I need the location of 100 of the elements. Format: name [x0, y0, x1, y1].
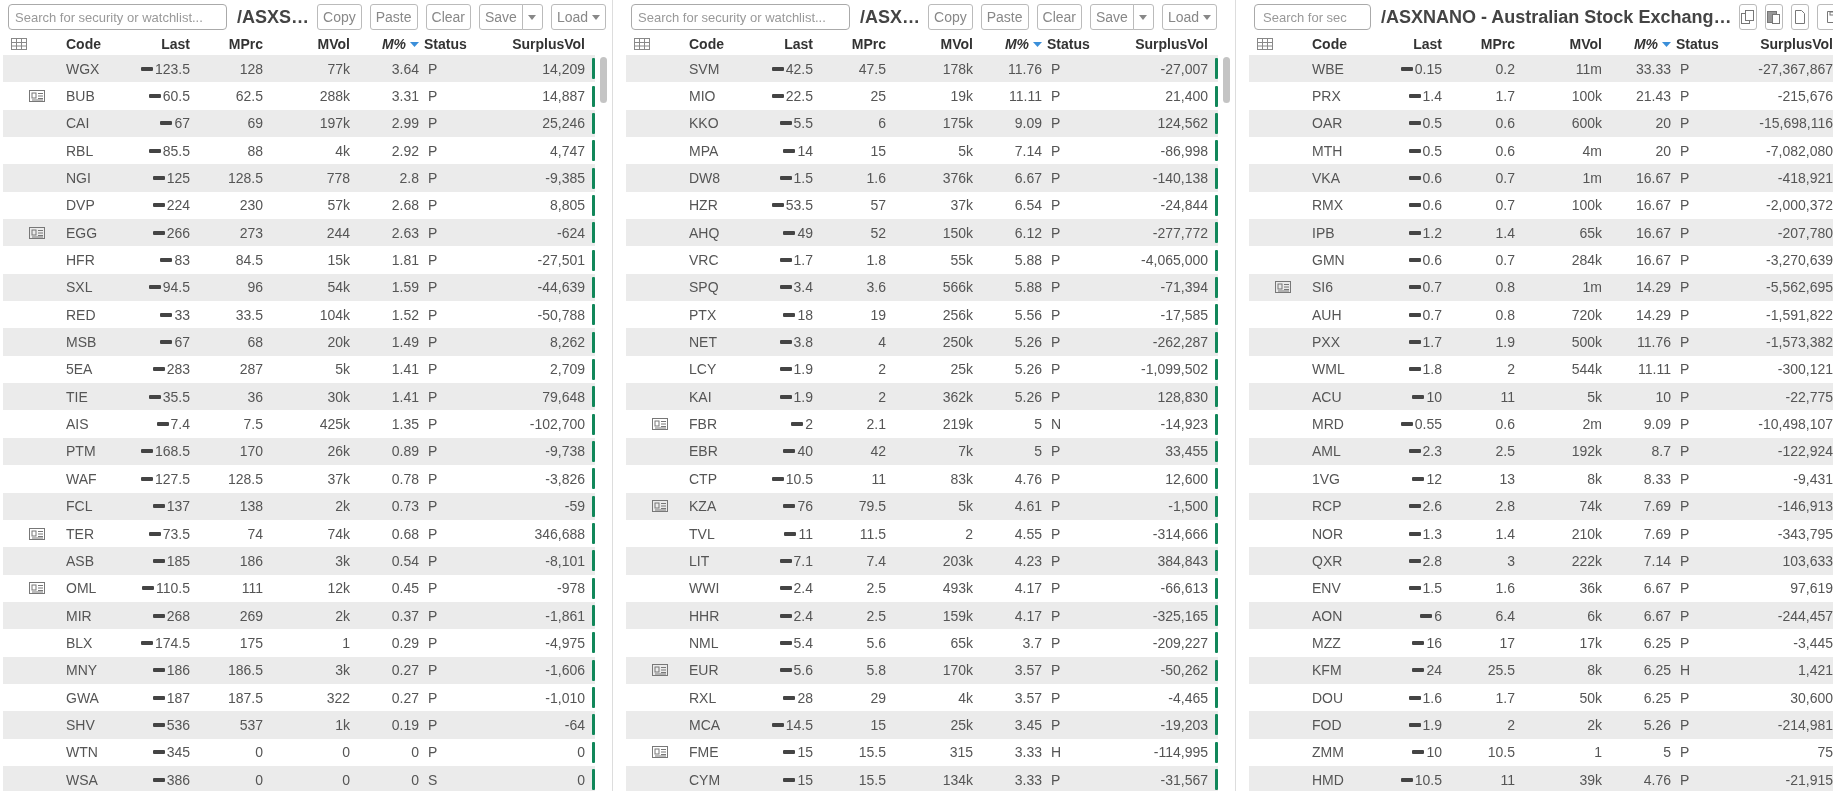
table-cell-text: 197k: [318, 115, 350, 132]
column-header[interactable]: SurplusVol: [1739, 36, 1833, 52]
indicator-bar: [592, 632, 595, 654]
table-cell: 187: [166, 689, 190, 706]
table-cell-text: 0: [576, 744, 585, 761]
column-header[interactable]: MPrc: [813, 36, 886, 52]
column-header[interactable]: Last: [1376, 36, 1442, 52]
minus-icon: [1408, 367, 1421, 372]
table-settings-icon[interactable]: [11, 38, 27, 50]
column-header[interactable]: MPrc: [190, 36, 263, 52]
table-cell-text: 6.12: [1013, 224, 1042, 241]
search-field[interactable]: Search for security or watchlist...: [631, 4, 850, 30]
scrollbar-thumb[interactable]: [599, 57, 607, 103]
table-cell-text: 778: [325, 170, 350, 187]
table-cell-text: 3: [1506, 552, 1515, 569]
table-cell-text: 2k: [1586, 716, 1602, 733]
column-header[interactable]: MPrc: [1442, 36, 1515, 52]
table-cell: 1.8: [1422, 361, 1442, 378]
copy-button[interactable]: Copy: [928, 4, 973, 30]
table-cell-text: -66,613: [1159, 580, 1208, 597]
newspaper-icon[interactable]: [29, 226, 45, 239]
minus-icon: [1408, 121, 1421, 126]
table-cell-text: 100k: [1570, 197, 1602, 214]
table-cell-text: 124,562: [1156, 115, 1208, 132]
clear-button[interactable]: Clear: [1036, 4, 1082, 30]
search-field[interactable]: Search for sec: [1254, 4, 1371, 30]
table-cell-text: P: [1679, 334, 1691, 351]
save-button[interactable]: Save: [479, 4, 523, 30]
table-settings-icon[interactable]: [634, 38, 650, 50]
column-header[interactable]: Status: [1671, 36, 1739, 52]
newspaper-icon[interactable]: [29, 90, 45, 102]
table-cell-text: WBE: [1311, 60, 1345, 77]
copy-button[interactable]: [1739, 4, 1758, 30]
save-button[interactable]: Save: [1090, 4, 1134, 30]
column-header[interactable]: MVol: [1515, 36, 1602, 52]
table-cell: 0.15: [1414, 60, 1442, 77]
indicator-bar: [592, 468, 595, 490]
table-cell-text: 1.4: [1494, 525, 1515, 542]
table-cell: 7.4: [170, 416, 190, 433]
column-header[interactable]: Status: [419, 36, 500, 52]
column-header[interactable]: Code: [55, 36, 130, 52]
table-cell-text: WSA: [65, 771, 99, 788]
scrollbar-thumb[interactable]: [1222, 57, 1230, 103]
load-button[interactable]: Load: [1161, 4, 1218, 30]
column-header[interactable]: SurplusVol: [500, 36, 585, 52]
paste-button[interactable]: Paste: [369, 4, 418, 30]
indicator-bar: [592, 441, 595, 462]
table-cell-text: 68: [246, 334, 263, 351]
column-header[interactable]: MVol: [263, 36, 350, 52]
table-cell-text: -3,270,639: [1765, 252, 1833, 269]
copy-button[interactable]: Copy: [317, 4, 362, 30]
column-header[interactable]: Last: [753, 36, 813, 52]
table-cell-text: -314,666: [1151, 525, 1208, 542]
table-cell-text: P: [427, 525, 439, 542]
column-header[interactable]: SurplusVol: [1123, 36, 1208, 52]
table-cell: 33: [174, 306, 190, 323]
table-cell-text: 4.61: [1013, 498, 1042, 515]
column-header[interactable]: MVol: [886, 36, 973, 52]
table-cell-text: 11.76: [1007, 60, 1042, 77]
table-cell-text: AIS: [65, 416, 90, 433]
paste-button[interactable]: Paste: [980, 4, 1029, 30]
newspaper-icon[interactable]: [1275, 281, 1291, 294]
paste-button[interactable]: [1765, 4, 1784, 30]
search-field[interactable]: Search for security or watchlist...: [8, 4, 227, 30]
column-header[interactable]: Status: [1042, 36, 1123, 52]
newspaper-icon[interactable]: [652, 664, 668, 677]
newspaper-icon[interactable]: [652, 500, 668, 513]
table-cell-text: 5.26: [1642, 716, 1671, 733]
table-cell-text: -114,995: [1152, 744, 1208, 761]
column-header[interactable]: Last: [130, 36, 190, 52]
table-cell-text: SVM: [688, 60, 721, 77]
minus-icon: [148, 94, 161, 98]
column-header[interactable]: M%: [973, 36, 1042, 52]
clear-button[interactable]: Clear: [425, 4, 471, 30]
table-cell-text: -215,676: [1776, 88, 1833, 104]
table-cell: 11: [798, 525, 813, 542]
dropdown-button[interactable]: [521, 4, 543, 30]
table-cell-text: 0.19: [390, 716, 419, 733]
newspaper-icon[interactable]: [29, 582, 45, 595]
dropdown-button[interactable]: [1132, 4, 1154, 30]
table-cell-text: -214,981: [1776, 716, 1833, 733]
table-cell-text: 425k: [318, 416, 350, 433]
newspaper-icon[interactable]: [652, 746, 668, 759]
sort-arrow-icon: [410, 41, 419, 47]
column-header[interactable]: Code: [678, 36, 753, 52]
column-header[interactable]: M%: [350, 36, 419, 52]
newspaper-icon[interactable]: [29, 527, 45, 540]
column-header[interactable]: M%: [1602, 36, 1671, 52]
minus-icon: [1400, 422, 1413, 427]
load-button[interactable]: Load: [550, 4, 607, 30]
clear-button[interactable]: [1791, 4, 1810, 30]
table-cell-text: 6k: [1586, 607, 1602, 624]
newspaper-icon[interactable]: [652, 418, 668, 431]
table-cell-text: CAI: [65, 115, 91, 132]
column-header[interactable]: Code: [1301, 36, 1376, 52]
table-cell: 42.5: [785, 60, 813, 77]
indicator-bar: [1215, 441, 1218, 462]
minus-icon: [148, 394, 161, 399]
minus-icon: [152, 777, 165, 782]
table-settings-icon[interactable]: [1257, 38, 1273, 50]
